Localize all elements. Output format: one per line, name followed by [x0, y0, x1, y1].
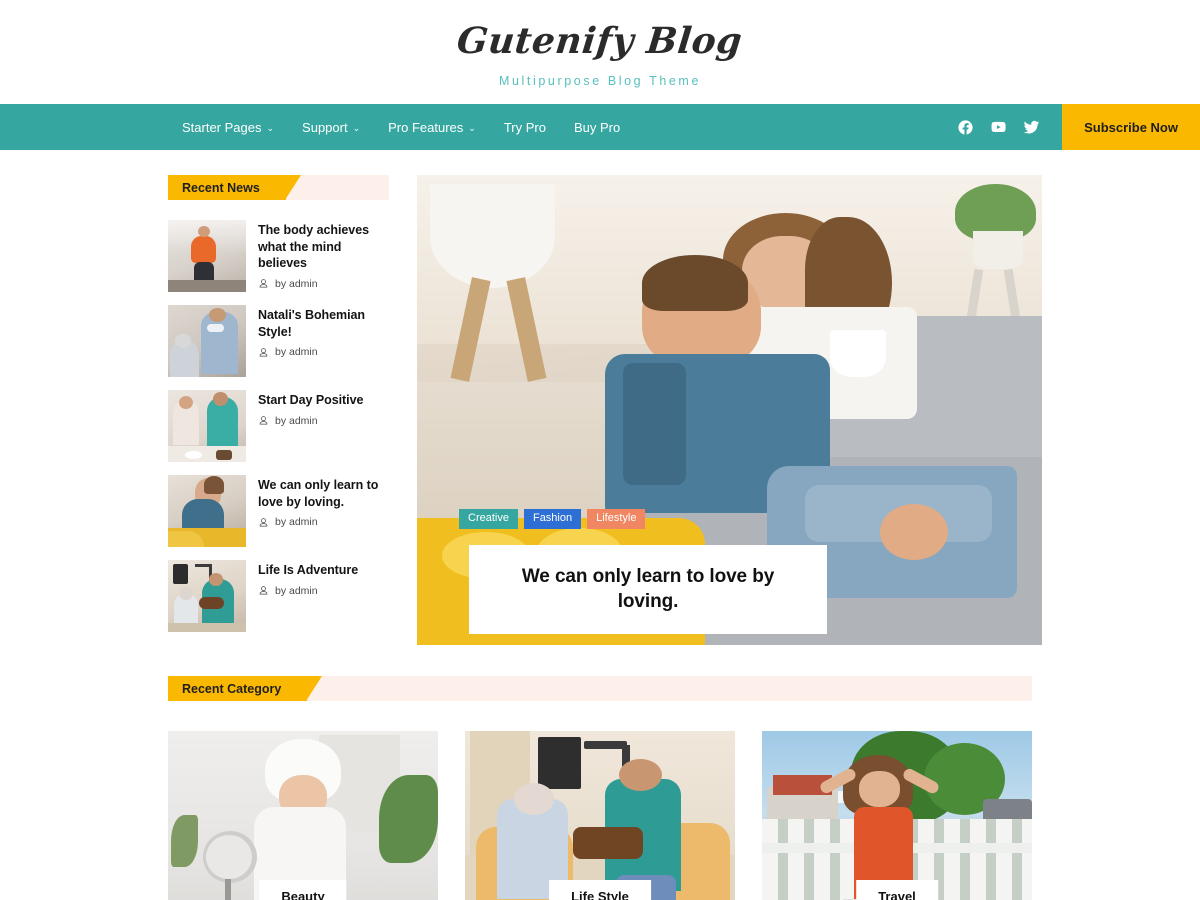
category-label[interactable]: Beauty [259, 880, 347, 900]
recent-category-section-bar: Recent Category [168, 676, 1032, 701]
content-row: Recent News The body achieves what the m… [0, 150, 1200, 645]
featured-post-title-box: We can only learn to love by loving. [469, 545, 827, 635]
tag-lifestyle[interactable]: Lifestyle [587, 509, 646, 529]
chevron-down-icon: ⌄ [266, 122, 275, 133]
chevron-down-icon: ⌄ [352, 122, 361, 133]
recent-news-sidebar: Recent News The body achieves what the m… [168, 175, 389, 645]
category-card-list: Beauty Life Style Travel [168, 731, 1032, 900]
list-item[interactable]: The body achieves what the mind believes… [168, 220, 389, 292]
tag-fashion[interactable]: Fashion [523, 509, 582, 529]
news-author: by admin [275, 346, 318, 359]
user-icon [258, 517, 269, 528]
nav-item-label: Buy Pro [573, 119, 621, 135]
facebook-icon[interactable] [957, 119, 974, 136]
youtube-icon[interactable] [990, 119, 1007, 136]
site-tagline: Multipurpose Blog Theme [498, 73, 701, 88]
recent-category-section: Recent Category Beauty Life Style Travel [0, 676, 1200, 900]
site-title: Gutenify Blog [455, 20, 745, 63]
nav-item-pro-features[interactable]: Pro Features ⌄ [374, 104, 490, 150]
list-item-text: We can only learn to love by loving. by … [258, 475, 389, 547]
list-item-text: Natali's Bohemian Style! by admin [258, 305, 389, 377]
news-author: by admin [275, 277, 318, 290]
thumbnail [168, 390, 246, 462]
list-item[interactable]: Start Day Positive by admin [168, 390, 389, 462]
list-item[interactable]: We can only learn to love by loving. by … [168, 475, 389, 547]
category-card-beauty[interactable]: Beauty [168, 731, 438, 900]
nav-item-label: Starter Pages [182, 119, 262, 135]
list-item[interactable]: Natali's Bohemian Style! by admin [168, 305, 389, 377]
thumbnail [168, 220, 246, 292]
news-author: by admin [275, 584, 318, 597]
news-title[interactable]: Natali's Bohemian Style! [258, 307, 389, 340]
featured-post-title[interactable]: We can only learn to love by loving. [499, 565, 797, 614]
category-card-life-style[interactable]: Life Style [465, 731, 735, 900]
news-title[interactable]: The body achieves what the mind believes [258, 222, 389, 272]
main-navigation: Starter Pages ⌄ Support ⌄ Pro Features ⌄… [0, 104, 1200, 150]
site-header: Gutenify Blog Multipurpose Blog Theme [0, 0, 1200, 104]
section-label: Recent News [168, 175, 301, 200]
nav-item-support[interactable]: Support ⌄ [288, 104, 374, 150]
news-meta: by admin [258, 516, 389, 528]
news-author: by admin [275, 516, 318, 529]
category-image [762, 731, 1032, 900]
user-icon [258, 347, 269, 358]
nav-right-group: Subscribe Now [957, 104, 1200, 150]
nav-item-label: Support [302, 119, 348, 135]
recent-news-list: The body achieves what the mind believes… [168, 220, 389, 632]
user-icon [258, 585, 269, 596]
twitter-icon[interactable] [1023, 119, 1040, 136]
category-image [168, 731, 438, 900]
chevron-down-icon: ⌄ [468, 122, 476, 133]
category-image [465, 731, 735, 900]
recent-news-section-bar: Recent News [168, 175, 389, 200]
nav-item-buy-pro[interactable]: Buy Pro [560, 104, 634, 150]
featured-post-tags: Creative Fashion Lifestyle [459, 509, 646, 529]
list-item-text: Life Is Adventure by admin [258, 560, 389, 632]
section-label: Recent Category [168, 676, 323, 701]
featured-post-column: Creative Fashion Lifestyle We can only l… [417, 175, 1042, 645]
list-item-text: Start Day Positive by admin [258, 390, 389, 462]
thumbnail [168, 305, 246, 377]
featured-post[interactable]: Creative Fashion Lifestyle We can only l… [417, 175, 1042, 645]
list-item[interactable]: Life Is Adventure by admin [168, 560, 389, 632]
social-links [957, 104, 1062, 150]
news-meta: by admin [258, 415, 389, 427]
thumbnail [168, 475, 246, 547]
news-title[interactable]: Start Day Positive [258, 392, 389, 409]
nav-item-starter-pages[interactable]: Starter Pages ⌄ [168, 104, 288, 150]
page-body: Recent News The body achieves what the m… [0, 150, 1200, 900]
category-card-travel[interactable]: Travel [762, 731, 1032, 900]
news-title[interactable]: Life Is Adventure [258, 562, 389, 579]
news-author: by admin [275, 414, 318, 427]
category-label[interactable]: Travel [856, 880, 938, 900]
thumbnail [168, 560, 246, 632]
subscribe-now-button[interactable]: Subscribe Now [1062, 104, 1200, 150]
user-icon [258, 415, 269, 426]
category-label[interactable]: Life Style [549, 880, 651, 900]
news-meta: by admin [258, 346, 389, 358]
nav-links: Starter Pages ⌄ Support ⌄ Pro Features ⌄… [168, 104, 634, 150]
nav-item-label: Try Pro [503, 119, 546, 135]
user-icon [258, 278, 269, 289]
news-meta: by admin [258, 585, 389, 597]
news-meta: by admin [258, 278, 389, 290]
list-item-text: The body achieves what the mind believes… [258, 220, 389, 292]
tag-creative[interactable]: Creative [459, 509, 518, 529]
nav-item-label: Pro Features [388, 119, 464, 135]
nav-item-try-pro[interactable]: Try Pro [490, 104, 560, 150]
news-title[interactable]: We can only learn to love by loving. [258, 477, 389, 510]
